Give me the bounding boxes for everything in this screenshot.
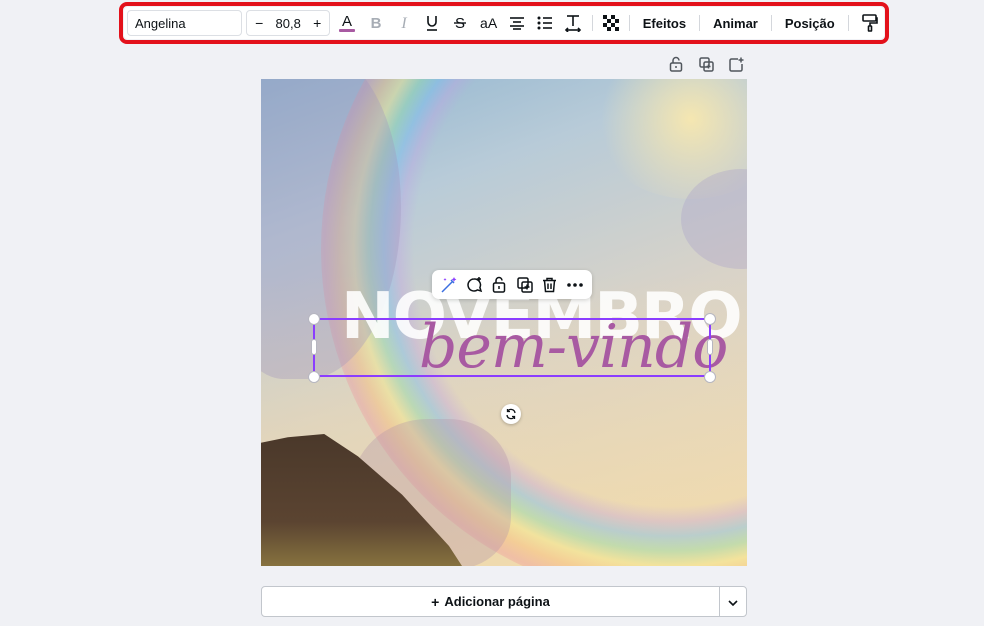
plus-icon: + xyxy=(431,593,440,610)
font-size-decrease-button[interactable]: − xyxy=(247,15,271,31)
align-center-icon[interactable] xyxy=(503,10,531,36)
duplicate-page-icon[interactable] xyxy=(694,55,718,73)
element-context-menu xyxy=(432,270,592,299)
rotate-icon[interactable] xyxy=(501,404,521,424)
letter-case-label: aA xyxy=(480,15,498,31)
bold-icon[interactable]: B xyxy=(361,10,389,36)
position-button[interactable]: Posição xyxy=(776,10,844,36)
lock-icon[interactable] xyxy=(664,55,688,73)
toolbar-divider xyxy=(847,15,849,31)
font-size-input[interactable]: 80,8 xyxy=(271,16,305,31)
toolbar-divider xyxy=(628,15,630,31)
resize-handle[interactable] xyxy=(704,371,716,383)
font-family-label: Angelina xyxy=(135,15,186,31)
add-page-label: Adicionar página xyxy=(444,594,550,609)
strikethrough-icon[interactable]: S xyxy=(446,10,474,36)
font-size-control: − 80,8 + xyxy=(246,10,331,36)
page-actions xyxy=(664,55,748,73)
svg-text:A: A xyxy=(342,13,352,30)
magic-write-icon[interactable] xyxy=(438,274,460,296)
resize-handle[interactable] xyxy=(707,339,713,355)
animate-button[interactable]: Animar xyxy=(704,10,767,36)
font-size-increase-button[interactable]: + xyxy=(305,15,329,31)
toolbar-divider xyxy=(591,15,593,31)
lock-icon[interactable] xyxy=(488,274,510,296)
add-page-options-button[interactable] xyxy=(719,586,747,617)
spacing-icon[interactable] xyxy=(559,10,587,36)
underline-icon[interactable] xyxy=(418,10,446,36)
letter-case-icon[interactable]: aA xyxy=(474,10,502,36)
list-icon[interactable] xyxy=(531,10,559,36)
more-icon[interactable] xyxy=(564,274,586,296)
resize-handle[interactable] xyxy=(704,313,716,325)
duplicate-icon[interactable] xyxy=(514,274,536,296)
add-page-icon[interactable] xyxy=(724,55,748,73)
transparency-icon[interactable] xyxy=(597,10,625,36)
italic-icon[interactable]: I xyxy=(390,10,418,36)
chevron-down-icon xyxy=(728,593,738,611)
resize-handle[interactable] xyxy=(308,371,320,383)
toolbar-divider xyxy=(699,15,701,31)
svg-text:I: I xyxy=(400,15,407,31)
add-page-button[interactable]: + Adicionar página xyxy=(261,586,720,617)
font-family-dropdown[interactable]: Angelina xyxy=(127,10,243,36)
effects-button[interactable]: Efeitos xyxy=(634,10,695,36)
svg-text:B: B xyxy=(370,15,381,31)
delete-icon[interactable] xyxy=(539,274,561,296)
selection-frame xyxy=(313,318,711,377)
text-toolbar: Angelina − 80,8 + A B I S aA Efeitos Ani… xyxy=(124,7,884,39)
copy-style-icon[interactable] xyxy=(856,10,884,36)
toolbar-divider xyxy=(770,15,772,31)
resize-handle[interactable] xyxy=(308,313,320,325)
comment-icon[interactable] xyxy=(463,274,485,296)
resize-handle[interactable] xyxy=(311,339,317,355)
text-color-icon[interactable]: A xyxy=(333,10,361,36)
